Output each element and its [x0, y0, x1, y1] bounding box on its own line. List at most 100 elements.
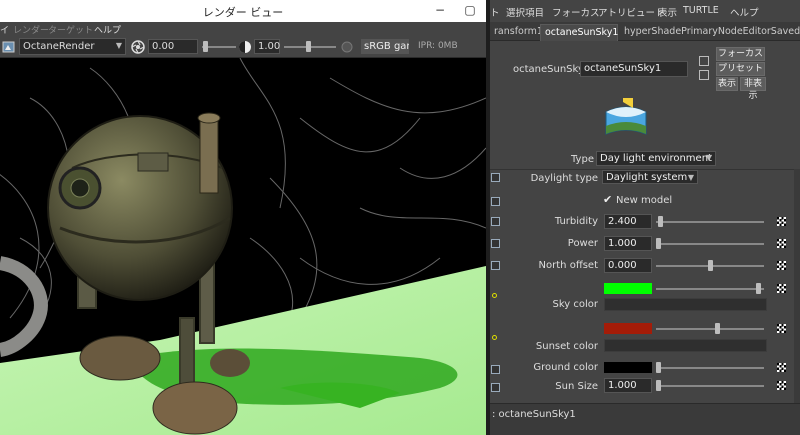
power-slider-knob[interactable] — [656, 238, 661, 249]
maximize-button[interactable]: ▢ — [456, 0, 484, 20]
menu-item-focus[interactable]: フォーカス — [552, 5, 600, 19]
chevron-down-icon: ▼ — [115, 41, 122, 50]
north-offset-slider-knob[interactable] — [707, 260, 713, 271]
render-view-toolbar: OctaneRender ▼ 0.00 1.00 sRGB gamma IPR:… — [0, 36, 486, 58]
gamma-slider-knob[interactable] — [306, 41, 311, 52]
power-label: Power — [567, 238, 598, 249]
output-connection-icon[interactable] — [699, 70, 709, 80]
sunset-color-label: Sunset color — [535, 341, 598, 352]
menu-item-target[interactable]: ターゲット — [48, 23, 93, 36]
new-model-checkbox[interactable]: ✔ — [603, 193, 612, 206]
attribute-editor-menubar: ト 選択項目 フォーカス アトリビュート 表示 TURTLE ヘルプ — [490, 0, 800, 22]
gamma-field[interactable]: 1.00 — [254, 39, 280, 54]
attribute-map-icon[interactable] — [491, 173, 500, 182]
ground-color-swatch[interactable] — [604, 362, 652, 373]
sunset-color-slider[interactable] — [656, 328, 764, 330]
show-button[interactable]: 表示 — [716, 77, 738, 91]
ground-color-slider[interactable] — [656, 367, 764, 369]
turbidity-slider[interactable] — [656, 221, 764, 223]
sun-size-slider[interactable] — [656, 385, 764, 387]
map-button-sun-size[interactable] — [777, 381, 786, 390]
attribute-editor-footer: : octaneSunSky1 — [490, 403, 800, 435]
sky-color-slider-knob[interactable] — [755, 283, 761, 294]
node-tabs: ransform1 octaneSunSky1 hyperShadePrimar… — [490, 22, 800, 41]
sky-color-label: Sky color — [552, 299, 598, 310]
map-button-sky-color[interactable] — [777, 284, 786, 293]
type-dropdown[interactable]: Day light environment ▼ — [596, 151, 716, 166]
map-button-ground-color[interactable] — [777, 363, 786, 372]
menu-item-render[interactable]: レンダー — [13, 23, 49, 36]
power-slider[interactable] — [656, 243, 764, 245]
aperture-icon[interactable] — [131, 40, 145, 54]
sky-color-slider[interactable] — [656, 288, 764, 290]
menu-item-help[interactable]: ヘルプ — [730, 5, 759, 19]
footer-node-name: : octaneSunSky1 — [492, 409, 576, 420]
menu-item-show[interactable]: 表示 — [658, 5, 677, 19]
new-model-label: New model — [616, 195, 673, 206]
menu-item-selected[interactable]: 選択項目 — [506, 5, 544, 19]
sky-color-swatch[interactable] — [604, 283, 652, 294]
attribute-map-icon[interactable] — [491, 239, 500, 248]
render-view-menubar: イ レンダー ターゲット ヘルプ — [0, 22, 486, 36]
menu-item-help[interactable]: ヘルプ — [94, 23, 121, 36]
tab-hypershade[interactable]: hyperShadePrimaryNodeEditorSavedTab — [620, 24, 800, 41]
tab-transform[interactable]: ransform1 — [490, 24, 547, 41]
render-settings-icon[interactable] — [2, 40, 16, 54]
dot-icon — [492, 335, 497, 340]
map-button-sunset-color[interactable] — [777, 324, 786, 333]
turbidity-field[interactable]: 2.400 — [604, 214, 652, 229]
render-view-titlebar: レンダー ビュー − ▢ — [0, 0, 486, 22]
menu-item-attributes[interactable]: アトリビュート — [598, 5, 665, 19]
sun-size-field[interactable]: 1.000 — [604, 378, 652, 393]
color-management-icon[interactable] — [341, 41, 353, 53]
attribute-editor: ト 選択項目 フォーカス アトリビュート 表示 TURTLE ヘルプ ransf… — [490, 0, 800, 435]
renderer-value: OctaneRender — [23, 41, 95, 52]
sky-color-map-slot[interactable] — [604, 298, 767, 311]
menu-item-turtle[interactable]: TURTLE — [683, 5, 719, 16]
exposure-slider-knob[interactable] — [203, 41, 208, 52]
north-offset-label: North offset — [538, 260, 598, 271]
attribute-map-icon[interactable] — [491, 217, 500, 226]
presets-button[interactable]: プリセット — [716, 62, 765, 76]
turbidity-label: Turbidity — [554, 216, 598, 227]
attribute-map-icon[interactable] — [491, 261, 500, 270]
render-canvas[interactable] — [0, 58, 486, 435]
attribute-map-icon[interactable] — [491, 383, 500, 392]
sunsky-node-icon — [605, 98, 647, 135]
sunset-color-map-slot[interactable] — [604, 339, 767, 352]
attribute-map-icon[interactable] — [491, 365, 500, 374]
color-space-dropdown[interactable]: sRGB gamma — [361, 39, 409, 54]
input-connection-icon[interactable] — [699, 56, 709, 66]
renderer-dropdown[interactable]: OctaneRender ▼ — [19, 38, 126, 55]
type-value: Day light environment — [600, 153, 712, 164]
node-name-field[interactable]: octaneSunSky1 — [580, 61, 688, 77]
map-button-power[interactable] — [777, 239, 786, 248]
gamma-icon[interactable] — [238, 40, 252, 54]
tab-octanesunsky[interactable]: octaneSunSky1 — [540, 24, 618, 41]
render-view-window: レンダー ビュー − ▢ イ レンダー ターゲット ヘルプ OctaneRend… — [0, 0, 486, 435]
attribute-map-icon[interactable] — [491, 197, 500, 206]
sun-size-slider-knob[interactable] — [656, 380, 661, 391]
ground-color-label: Ground color — [533, 362, 598, 373]
focus-button[interactable]: フォーカス — [716, 47, 765, 61]
type-label: Type — [571, 154, 594, 165]
sunset-color-swatch[interactable] — [604, 323, 652, 334]
sunset-color-slider-knob[interactable] — [714, 323, 720, 334]
menu-item-view[interactable]: イ — [0, 23, 9, 36]
turbidity-slider-knob[interactable] — [658, 216, 664, 227]
hide-button[interactable]: 非表示 — [740, 77, 766, 101]
ground-color-slider-knob[interactable] — [656, 362, 661, 373]
attribute-scrollbar[interactable] — [794, 169, 800, 403]
ipr-memory-label: IPR: 0MB — [418, 41, 458, 51]
daylight-type-dropdown[interactable]: Daylight system ▼ — [602, 170, 698, 184]
exposure-field[interactable]: 0.00 — [148, 39, 198, 54]
minimize-button[interactable]: − — [426, 0, 454, 20]
menu-item-list[interactable]: ト — [490, 5, 500, 19]
window-title: レンダー ビュー — [202, 6, 284, 19]
map-button-turbidity[interactable] — [777, 217, 786, 226]
north-offset-field[interactable]: 0.000 — [604, 258, 652, 273]
power-field[interactable]: 1.000 — [604, 236, 652, 251]
map-button-north-offset[interactable] — [777, 261, 786, 270]
dot-icon — [492, 293, 497, 298]
chevron-down-icon: ▼ — [705, 153, 712, 162]
